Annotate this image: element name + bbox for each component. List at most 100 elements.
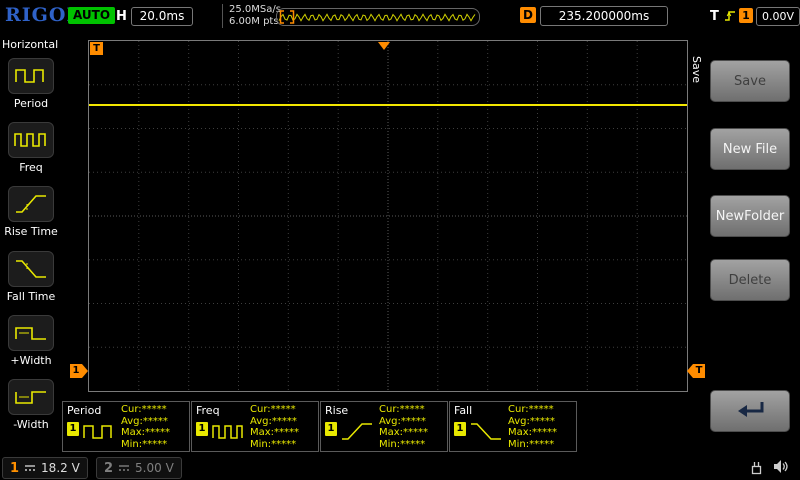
trigger-label: T xyxy=(710,9,719,24)
meas-min: Min:***** xyxy=(121,439,170,451)
menu-item-rise-time[interactable]: Rise Time xyxy=(2,186,60,238)
trigger-position-marker xyxy=(378,42,390,50)
measurement-name: Fall xyxy=(454,404,472,417)
window-left-bracket xyxy=(281,11,285,23)
softkey-new-file[interactable]: New File xyxy=(710,128,790,170)
fall-edge-icon xyxy=(8,251,54,287)
channel1-scale: 18.2 V xyxy=(41,461,80,475)
meas-cur: Cur:***** xyxy=(250,404,299,416)
channel1-number: 1 xyxy=(10,461,19,476)
trigger-corner-marker: T xyxy=(90,42,103,55)
period-squarewave-icon xyxy=(8,58,54,94)
channel2-number: 2 xyxy=(104,461,113,476)
meas-min: Min:***** xyxy=(508,439,557,451)
meas-avg: Avg:***** xyxy=(508,416,557,428)
measurement-stats: Cur:***** Avg:***** Max:***** Min:***** xyxy=(508,404,557,450)
measurement-rise: Rise 1 Cur:***** Avg:***** Max:***** Min… xyxy=(320,401,448,452)
meas-avg: Avg:***** xyxy=(121,416,170,428)
menu-item-label: -Width xyxy=(13,418,48,431)
horizontal-label: H xyxy=(116,9,127,24)
marker-arrow-icon xyxy=(82,364,88,378)
run-state-badge: AUTO xyxy=(68,7,115,24)
menu-item-label: Freq xyxy=(19,161,43,174)
measurement-stats: Cur:***** Avg:***** Max:***** Min:***** xyxy=(379,404,428,450)
softkey-delete[interactable]: Delete xyxy=(710,259,790,301)
measure-menu: Horizontal Period Freq Rise Time Fall Ti… xyxy=(0,32,62,455)
freq-squarewave-icon xyxy=(8,122,54,158)
rise-edge-icon xyxy=(340,420,374,444)
measurement-name: Period xyxy=(67,404,101,417)
menu-item-fall-time[interactable]: Fall Time xyxy=(2,251,60,303)
bottom-status-bar: 1 18.2 V 2 5.00 V xyxy=(0,455,800,480)
waveform-display: T xyxy=(88,40,688,392)
measurement-fall: Fall 1 Cur:***** Avg:***** Max:***** Min… xyxy=(449,401,577,452)
meas-cur: Cur:***** xyxy=(121,404,170,416)
trigger-source-badge: 1 xyxy=(739,8,753,23)
delay-readout: 235.200000ms xyxy=(540,6,668,26)
trigger-level-readout: 0.00V xyxy=(756,7,800,26)
save-menu: Save Save New File NewFolder Delete xyxy=(688,32,800,480)
preview-sine-wave xyxy=(279,14,475,20)
measurement-stats: Cur:***** Avg:***** Max:***** Min:***** xyxy=(121,404,170,450)
measure-menu-title: Horizontal xyxy=(2,38,58,51)
fall-edge-icon xyxy=(469,420,503,444)
channel1-trace xyxy=(89,104,687,106)
timebase-readout: 20.0ms xyxy=(131,7,193,26)
channel2-status: 2 5.00 V xyxy=(96,457,182,479)
measurement-freq: Freq 1 Cur:***** Avg:***** Max:***** Min… xyxy=(191,401,319,452)
meas-cur: Cur:***** xyxy=(379,404,428,416)
menu-item-label: Period xyxy=(14,97,48,110)
measurement-period: Period 1 Cur:***** Avg:***** Max:***** M… xyxy=(62,401,190,452)
menu-item-pos-width[interactable]: +Width xyxy=(2,315,60,367)
menu-item-label: Rise Time xyxy=(4,225,58,238)
menu-item-label: Fall Time xyxy=(7,290,56,303)
menu-tab-save: Save xyxy=(690,56,703,83)
trigger-slope-icon xyxy=(724,8,736,23)
measurement-readouts: Period 1 Cur:***** Avg:***** Max:***** M… xyxy=(62,401,578,452)
waveform-overview-strip xyxy=(276,8,480,26)
top-status-bar: RIGOL AUTO H 20.0ms 25.0MSa/s 6.00M pts … xyxy=(0,0,800,33)
channel1-badge: 1 xyxy=(454,422,466,436)
speaker-icon xyxy=(772,459,789,474)
usb-icon xyxy=(748,459,765,476)
meas-max: Max:***** xyxy=(379,427,428,439)
sample-rate: 25.0MSa/s xyxy=(229,4,281,16)
meas-max: Max:***** xyxy=(250,427,299,439)
channel1-badge: 1 xyxy=(325,422,337,436)
menu-item-label: +Width xyxy=(10,354,51,367)
rise-edge-icon xyxy=(8,186,54,222)
measurement-name: Freq xyxy=(196,404,220,417)
channel1-status: 1 18.2 V xyxy=(2,457,88,479)
meas-cur: Cur:***** xyxy=(508,404,557,416)
softkey-new-folder[interactable]: NewFolder xyxy=(710,195,790,237)
softkey-back[interactable] xyxy=(710,390,790,432)
measurement-name: Rise xyxy=(325,404,348,417)
return-arrow-icon xyxy=(729,398,771,424)
delay-badge: D xyxy=(520,7,536,23)
softkey-save[interactable]: Save xyxy=(710,60,790,102)
positive-pulse-icon xyxy=(8,315,54,351)
meas-max: Max:***** xyxy=(508,427,557,439)
channel1-badge: 1 xyxy=(196,422,208,436)
period-squarewave-icon xyxy=(82,420,116,444)
dc-coupling-icon xyxy=(118,464,130,473)
graticule-grid xyxy=(89,41,687,391)
meas-min: Min:***** xyxy=(379,439,428,451)
channel1-marker-label: 1 xyxy=(70,364,82,378)
measurement-stats: Cur:***** Avg:***** Max:***** Min:***** xyxy=(250,404,299,450)
dc-coupling-icon xyxy=(24,464,36,473)
freq-squarewave-icon xyxy=(211,420,245,444)
menu-item-freq[interactable]: Freq xyxy=(2,122,60,174)
meas-avg: Avg:***** xyxy=(379,416,428,428)
meas-min: Min:***** xyxy=(250,439,299,451)
meas-max: Max:***** xyxy=(121,427,170,439)
channel1-badge: 1 xyxy=(67,422,79,436)
menu-item-period[interactable]: Period xyxy=(2,58,60,110)
memory-depth: 6.00M pts xyxy=(229,16,281,28)
negative-pulse-icon xyxy=(8,379,54,415)
channel2-scale: 5.00 V xyxy=(135,461,174,475)
channel1-offset-marker: 1 xyxy=(70,364,88,378)
menu-item-neg-width[interactable]: -Width xyxy=(2,379,60,431)
oscilloscope-screen: RIGOL AUTO H 20.0ms 25.0MSa/s 6.00M pts … xyxy=(0,0,800,480)
meas-avg: Avg:***** xyxy=(250,416,299,428)
